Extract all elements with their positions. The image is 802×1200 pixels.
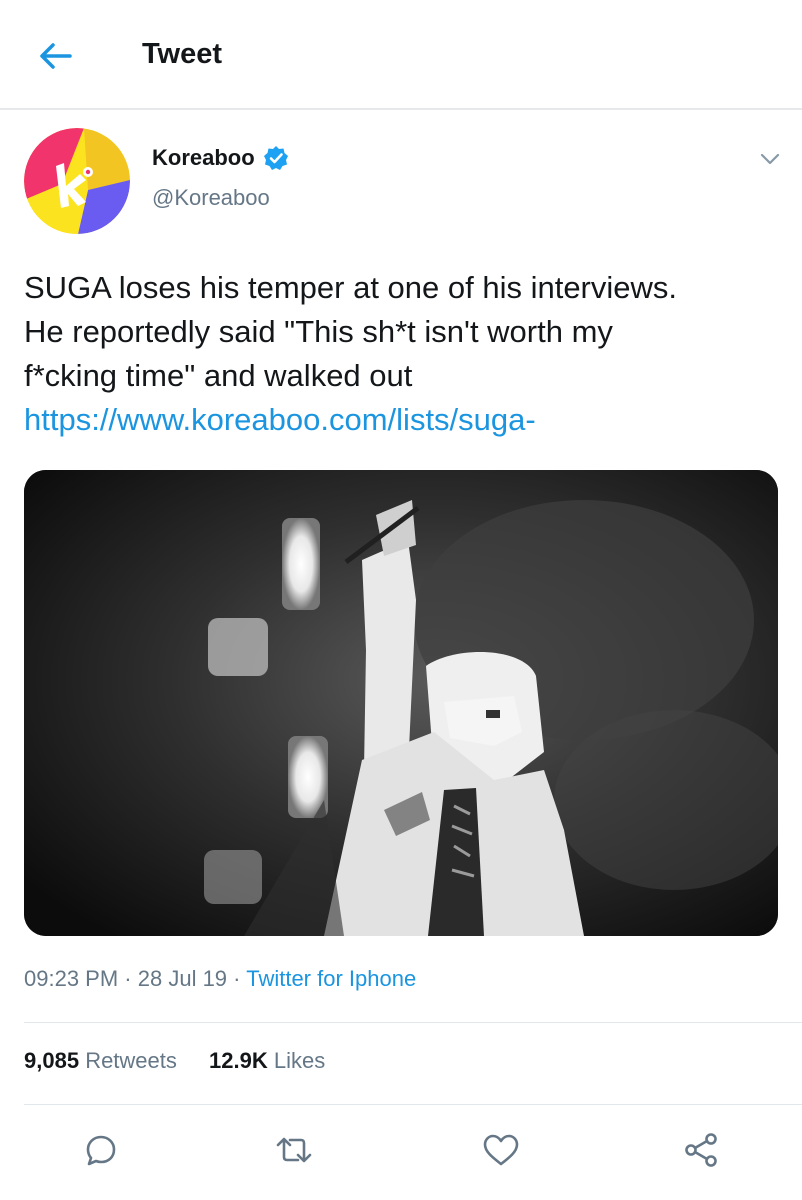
retweet-button[interactable] [272, 1128, 316, 1172]
retweets-stat[interactable]: 9,085 Retweets [24, 1048, 177, 1074]
action-bar [0, 1122, 802, 1178]
likes-stat[interactable]: 12.9K Likes [209, 1048, 325, 1074]
retweet-icon [276, 1137, 312, 1163]
meta-separator: · [124, 966, 132, 991]
meta-separator: · [233, 966, 241, 991]
top-bar: Tweet [0, 0, 802, 110]
performer-photo-image [24, 470, 778, 936]
page-title: Tweet [142, 38, 223, 70]
tweet-text-line: SUGA loses his temper at one of his inte… [24, 270, 678, 305]
avatar[interactable] [24, 128, 130, 234]
tweet-time: 09:23 PM [24, 966, 119, 991]
share-button[interactable] [679, 1128, 723, 1172]
tweet-source-link[interactable]: Twitter for Iphone [246, 966, 416, 991]
likes-label: Likes [273, 1048, 326, 1073]
divider [24, 1104, 802, 1105]
arrow-left-icon [40, 43, 72, 69]
tweet-photo[interactable] [24, 470, 778, 936]
tweet-metadata: 09:23 PM · 28 Jul 19 · Twitter for Iphon… [24, 966, 416, 992]
koreaboo-logo [24, 128, 130, 234]
engagement-stats: 9,085 Retweets 12.9K Likes [24, 1048, 325, 1074]
author-display-name: Koreaboo [152, 145, 255, 170]
tweet-text-line: He reportedly said "This sh*t isn't wort… [24, 314, 613, 349]
more-options-button[interactable] [755, 146, 785, 172]
tweet-date: 28 Jul 19 [137, 966, 228, 991]
likes-count: 12.9K [209, 1048, 268, 1073]
tweet-text: SUGA loses his temper at one of his inte… [24, 266, 784, 442]
reply-icon [86, 1135, 116, 1166]
tweet-text-line: f*cking time" and walked out [24, 358, 413, 393]
chevron-down-icon [760, 153, 780, 165]
share-icon [685, 1133, 717, 1167]
like-button[interactable] [479, 1128, 523, 1172]
tweet-link[interactable]: https://www.koreaboo.com/lists/suga- [24, 398, 784, 442]
author-handle[interactable]: @Koreaboo [152, 185, 270, 211]
verified-badge-icon [263, 146, 288, 170]
back-button[interactable] [30, 34, 80, 78]
divider [24, 1022, 802, 1023]
author-name[interactable]: Koreaboo [152, 145, 289, 171]
reply-button[interactable] [79, 1128, 123, 1172]
heart-icon [483, 1134, 519, 1166]
retweets-label: Retweets [85, 1048, 177, 1073]
retweets-count: 9,085 [24, 1048, 80, 1073]
